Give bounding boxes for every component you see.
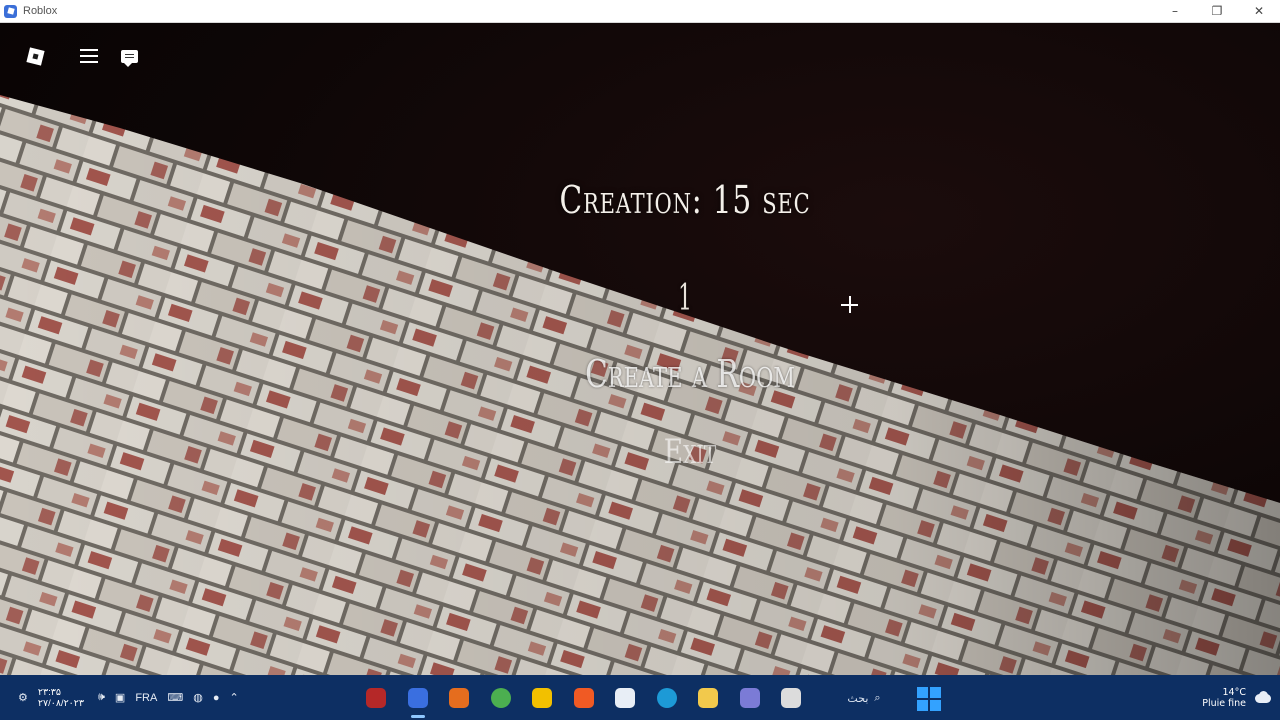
close-button[interactable]: ✕ <box>1238 0 1280 22</box>
roblox-icon-glyph <box>407 687 428 708</box>
exit-button[interactable]: Exit <box>651 432 729 472</box>
menu-icon <box>80 49 98 63</box>
counter-value: 1 <box>678 278 692 319</box>
calculator-icon[interactable] <box>611 684 639 712</box>
vlc-icon[interactable] <box>445 684 473 712</box>
store-icon[interactable] <box>736 684 764 712</box>
network-icon[interactable]: ▣ <box>115 691 125 704</box>
taskbar-search[interactable]: بحث ⌕ <box>824 686 904 710</box>
window-titlebar: Roblox – ❐ ✕ <box>0 0 1280 23</box>
start-tile <box>930 700 941 711</box>
chat-button[interactable] <box>113 40 145 72</box>
roblox-app-icon <box>4 4 17 18</box>
file-explorer-icon[interactable] <box>694 684 722 712</box>
brick-wall-scene <box>0 95 1280 675</box>
start-button[interactable] <box>916 686 944 712</box>
weather-desc: Pluie fine <box>1202 697 1246 709</box>
minimize-button[interactable]: – <box>1154 0 1196 22</box>
crosshair-cursor <box>841 296 858 313</box>
start-tile <box>930 687 941 698</box>
game-viewport[interactable] <box>0 23 1280 675</box>
start-tile <box>917 700 928 711</box>
weather-widget[interactable]: 14°C Pluie fine <box>1202 675 1274 720</box>
settings-gear-icon[interactable]: ⚙ <box>18 691 28 704</box>
notepad-icon[interactable] <box>777 684 805 712</box>
pinned-apps <box>362 675 819 720</box>
brave-icon-glyph <box>573 687 594 708</box>
chrome-icon[interactable] <box>487 684 515 712</box>
start-tile <box>917 687 928 698</box>
search-label: بحث <box>847 691 869 705</box>
keyboard-icon[interactable]: ⌨ <box>167 691 183 704</box>
chat-icon <box>120 49 138 67</box>
roblox-menu-button[interactable] <box>19 40 51 72</box>
clock-time: ۲۳:۳۵ <box>37 686 61 698</box>
vlc-icon-glyph <box>449 687 469 708</box>
brave-icon[interactable] <box>570 684 598 712</box>
windows-taskbar: ⚙ ۲۳:۳۵ ۲۷/۰۸/۲۰۲۳ 🕪 ▣ FRA ⌨ ◍ ● ⌃ <box>0 675 1280 720</box>
clock[interactable]: ۲۳:۳۵ ۲۷/۰۸/۲۰۲۳ <box>38 687 84 709</box>
window-controls: – ❐ ✕ <box>1154 0 1280 22</box>
speaker-icon[interactable]: 🕪 <box>98 691 105 704</box>
weather-text: 14°C Pluie fine <box>1202 687 1246 709</box>
create-room-button[interactable]: Create a Room <box>573 352 807 396</box>
hamburger-menu-button[interactable] <box>73 40 105 72</box>
creation-timer: Creation: 15 sec <box>559 178 811 222</box>
store-icon-glyph <box>739 687 760 708</box>
cloud-icon <box>1252 690 1274 705</box>
roblox-logo-icon <box>25 46 45 66</box>
file-explorer-icon-glyph <box>698 687 718 708</box>
norton-icon-glyph <box>532 687 552 708</box>
norton-icon[interactable] <box>528 684 556 712</box>
chrome-alt-icon-glyph <box>366 687 386 708</box>
chevron-up-icon[interactable]: ⌃ <box>229 691 238 704</box>
roblox-icon[interactable] <box>404 684 432 718</box>
chrome-icon-glyph <box>490 687 511 708</box>
language-indicator[interactable]: FRA <box>135 692 157 704</box>
edge-icon-glyph <box>656 687 677 708</box>
microphone-icon[interactable]: ● <box>213 692 220 704</box>
maximize-button[interactable]: ❐ <box>1196 0 1238 22</box>
chrome-alt-icon[interactable] <box>362 684 390 712</box>
system-tray: ⚙ ۲۳:۳۵ ۲۷/۰۸/۲۰۲۳ 🕪 ▣ FRA ⌨ ◍ ● ⌃ <box>18 675 249 720</box>
globe-icon[interactable]: ◍ <box>193 691 203 704</box>
notepad-icon-glyph <box>781 687 801 708</box>
search-icon: ⌕ <box>874 691 881 704</box>
window-title: Roblox <box>23 5 58 17</box>
calculator-icon-glyph <box>615 687 635 708</box>
clock-date: ۲۷/۰۸/۲۰۲۳ <box>37 697 84 709</box>
edge-icon[interactable] <box>653 684 681 712</box>
weather-temp: 14°C <box>1222 686 1246 698</box>
